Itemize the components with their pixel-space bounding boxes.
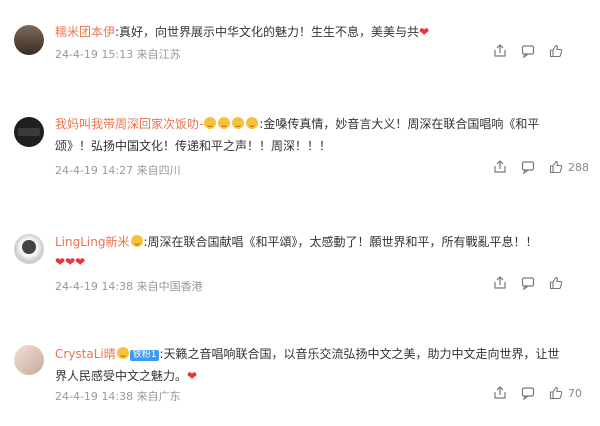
reply-button[interactable]	[521, 276, 535, 290]
share-icon	[494, 386, 506, 399]
crown-emoji-icon	[116, 347, 129, 359]
reply-button[interactable]	[521, 386, 535, 400]
username[interactable]: LingLing新米	[55, 235, 130, 249]
comment-icon	[521, 277, 535, 290]
heart-emoji-icon: ❤	[65, 255, 76, 269]
crown-emoji-icon	[204, 117, 217, 129]
like-icon	[549, 44, 563, 58]
smile-emoji-icon	[232, 117, 245, 129]
avatar[interactable]	[14, 345, 44, 375]
comment-item: LingLing新米 :周深在联合国献唱《和平頌》，太感動了！願世界和平，所有戰亂…	[0, 190, 600, 300]
comment-icon	[521, 45, 535, 58]
share-button[interactable]	[493, 160, 507, 174]
comment-text: 界人民感受中文之魅力。	[55, 369, 188, 383]
like-button[interactable]: 70	[549, 386, 582, 400]
share-icon	[494, 44, 506, 57]
like-icon	[549, 160, 563, 174]
heart-emoji-icon: ❤	[55, 255, 66, 269]
comment-icon	[521, 387, 535, 400]
heart-emoji-icon: ❤	[187, 369, 198, 383]
like-button[interactable]	[549, 44, 568, 58]
username[interactable]: 我妈叫我带周深回家次饭叻-	[55, 117, 203, 131]
smile-emoji-icon	[218, 117, 231, 129]
heart-emoji-icon: ❤	[419, 25, 430, 39]
comment-text: 颂》！弘扬中国文化！传递和平之声！！周深！！！	[55, 139, 332, 153]
comment-text: :周深在联合国献唱《和平頌》，太感動了！願世界和平，所有戰亂平息！！	[143, 235, 538, 249]
like-count: 288	[568, 160, 589, 174]
share-icon	[494, 276, 506, 289]
like-icon	[549, 386, 563, 400]
smile-emoji-icon	[246, 117, 259, 129]
comment-text: :真好，向世界展示中华文化的魅力！生生不息，美美与共	[115, 25, 420, 39]
like-button[interactable]	[549, 276, 568, 290]
username[interactable]: 糯米团本伊	[55, 25, 115, 39]
like-count: 70	[568, 386, 582, 400]
comment-text: :天籁之音唱响联合国，以音乐交流弘扬中文之美，助力中文走向世界，让世	[159, 347, 560, 361]
share-button[interactable]	[493, 386, 507, 400]
reply-button[interactable]	[521, 44, 535, 58]
share-button[interactable]	[493, 276, 507, 290]
avatar[interactable]	[14, 234, 44, 264]
share-icon	[494, 160, 506, 173]
comment-item: 糯米团本伊:真好，向世界展示中华文化的魅力！生生不息，美美与共❤ 24-4-19…	[0, 0, 600, 80]
comment-icon	[521, 161, 535, 174]
crown-emoji-icon	[130, 235, 143, 247]
reply-button[interactable]	[521, 160, 535, 174]
comment-text: :金嗓传真情，妙音言大义！周深在联合国唱响《和平	[259, 117, 540, 131]
like-button[interactable]: 288	[549, 160, 589, 174]
heart-emoji-icon: ❤	[75, 255, 86, 269]
share-button[interactable]	[493, 44, 507, 58]
avatar[interactable]	[14, 117, 44, 147]
fan-badge: 铁粉1	[129, 350, 160, 361]
username[interactable]: CrystaLi晴	[55, 347, 116, 361]
comment-item: CrystaLi晴 铁粉1:天籁之音唱响联合国，以音乐交流弘扬中文之美，助力中文走…	[0, 300, 600, 426]
comment-item: 我妈叫我带周深回家次饭叻- :金嗓传真情，妙音言大义！周深在联合国唱响《和平 颂》…	[0, 80, 600, 190]
like-icon	[549, 276, 563, 290]
